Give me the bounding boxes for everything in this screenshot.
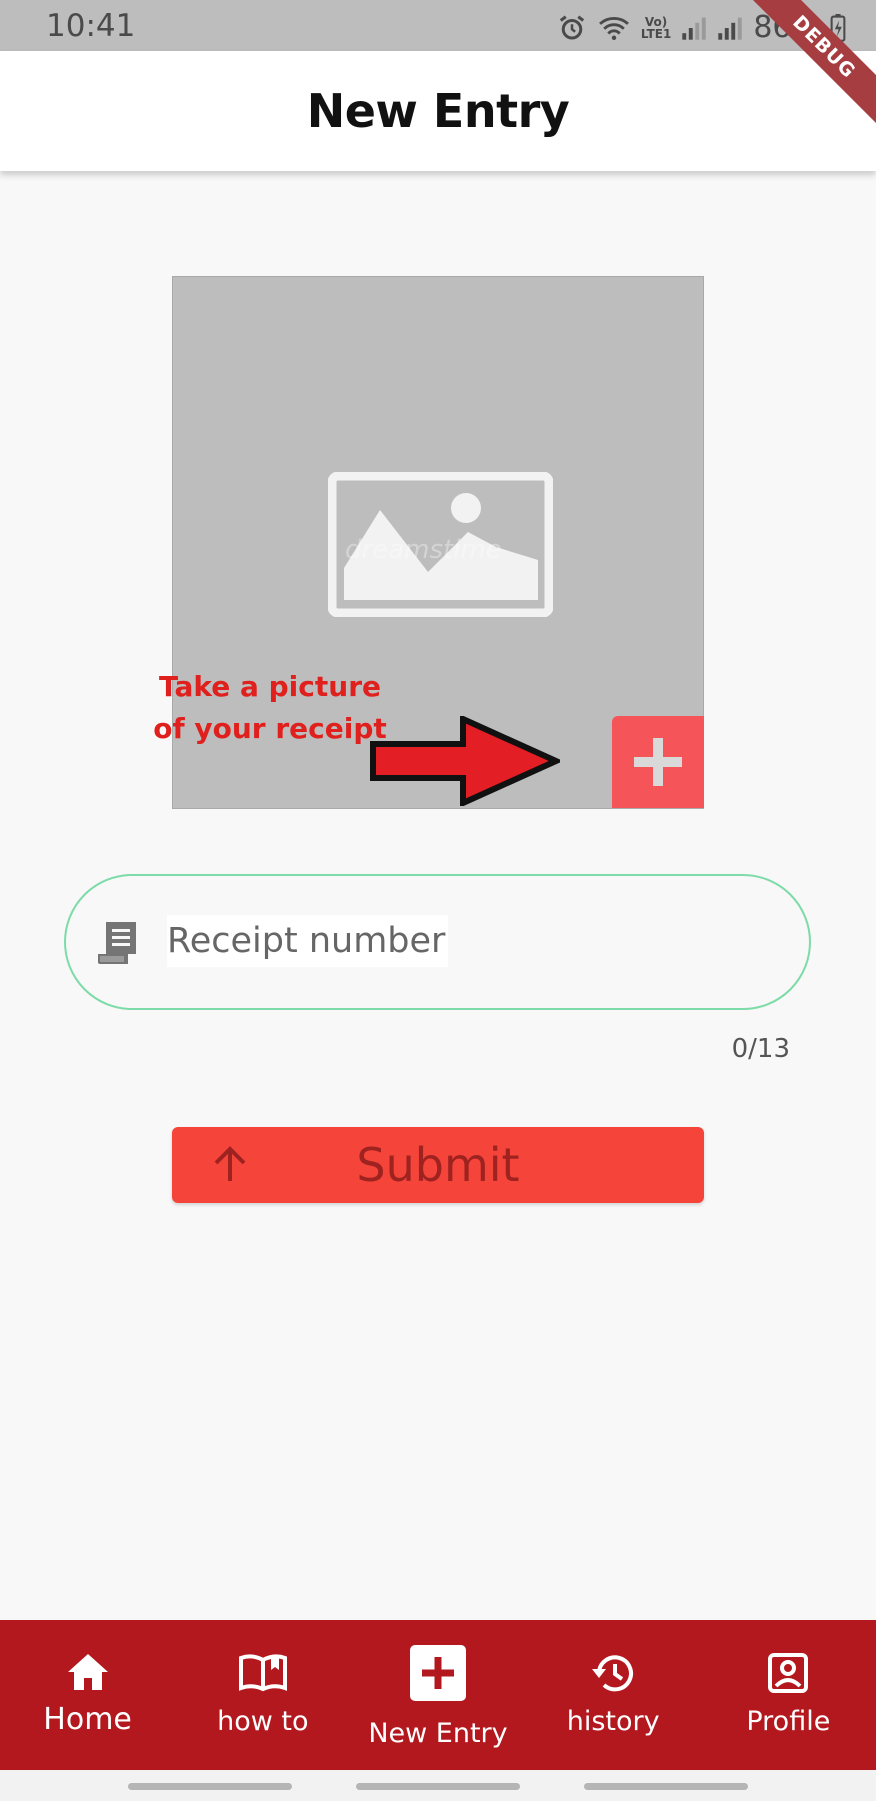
profile-icon	[768, 1653, 809, 1693]
receipt-number-input[interactable]	[167, 915, 448, 967]
add-photo-button[interactable]	[612, 716, 704, 808]
nav-label-profile: Profile	[746, 1706, 831, 1737]
arrow-right-icon	[370, 716, 560, 806]
nav-label-history: history	[566, 1706, 660, 1737]
watermark: dreamstime	[345, 535, 502, 565]
wifi-icon	[597, 14, 631, 42]
lte-bottom-label: LTE1	[640, 26, 672, 41]
submit-label: Submit	[356, 1138, 520, 1192]
lte-indicator: Vo) LTE1	[641, 16, 671, 40]
system-gesture-bar	[0, 1770, 876, 1801]
nav-item-history[interactable]: history	[526, 1620, 701, 1770]
nav-label-new-entry: New Entry	[368, 1718, 508, 1749]
alarm-icon	[557, 13, 587, 43]
submit-button[interactable]: Submit	[172, 1127, 704, 1203]
gesture-handle[interactable]	[128, 1783, 292, 1790]
gesture-handle[interactable]	[584, 1783, 748, 1790]
nav-label-home: Home	[43, 1702, 132, 1737]
arrow-up-icon	[214, 1146, 246, 1181]
nav-item-profile[interactable]: Profile	[701, 1620, 876, 1770]
screen: 10:41 Vo) LTE1 DEBUG New Entry dreamstim…	[0, 0, 876, 1801]
character-counter: 0/13	[731, 1034, 790, 1064]
nav-label-how-to: how to	[217, 1706, 309, 1737]
nav-item-new-entry[interactable]: New Entry	[350, 1620, 525, 1770]
nav-item-how-to[interactable]: how to	[175, 1620, 350, 1770]
book-icon	[238, 1654, 287, 1692]
signal-icon	[681, 15, 707, 41]
add-box-icon	[409, 1645, 466, 1701]
lte-top-label: Vo)	[644, 14, 668, 29]
page-title: New Entry	[306, 84, 570, 138]
photo-hint: Take a picture of your receipt	[153, 670, 387, 745]
receipt-icon	[98, 922, 136, 964]
gesture-handle[interactable]	[356, 1783, 520, 1790]
home-icon	[67, 1654, 108, 1690]
status-time: 10:41	[46, 8, 136, 44]
bottom-navigation: Home how to New Entry history Profile	[0, 1620, 876, 1770]
nav-item-home[interactable]: Home	[0, 1620, 175, 1770]
status-bar: 10:41 Vo) LTE1	[0, 0, 876, 51]
history-icon	[592, 1655, 634, 1692]
plus-icon	[634, 738, 682, 786]
signal-icon	[717, 15, 743, 41]
app-bar: New Entry	[0, 51, 876, 171]
receipt-number-field[interactable]	[64, 874, 811, 1010]
